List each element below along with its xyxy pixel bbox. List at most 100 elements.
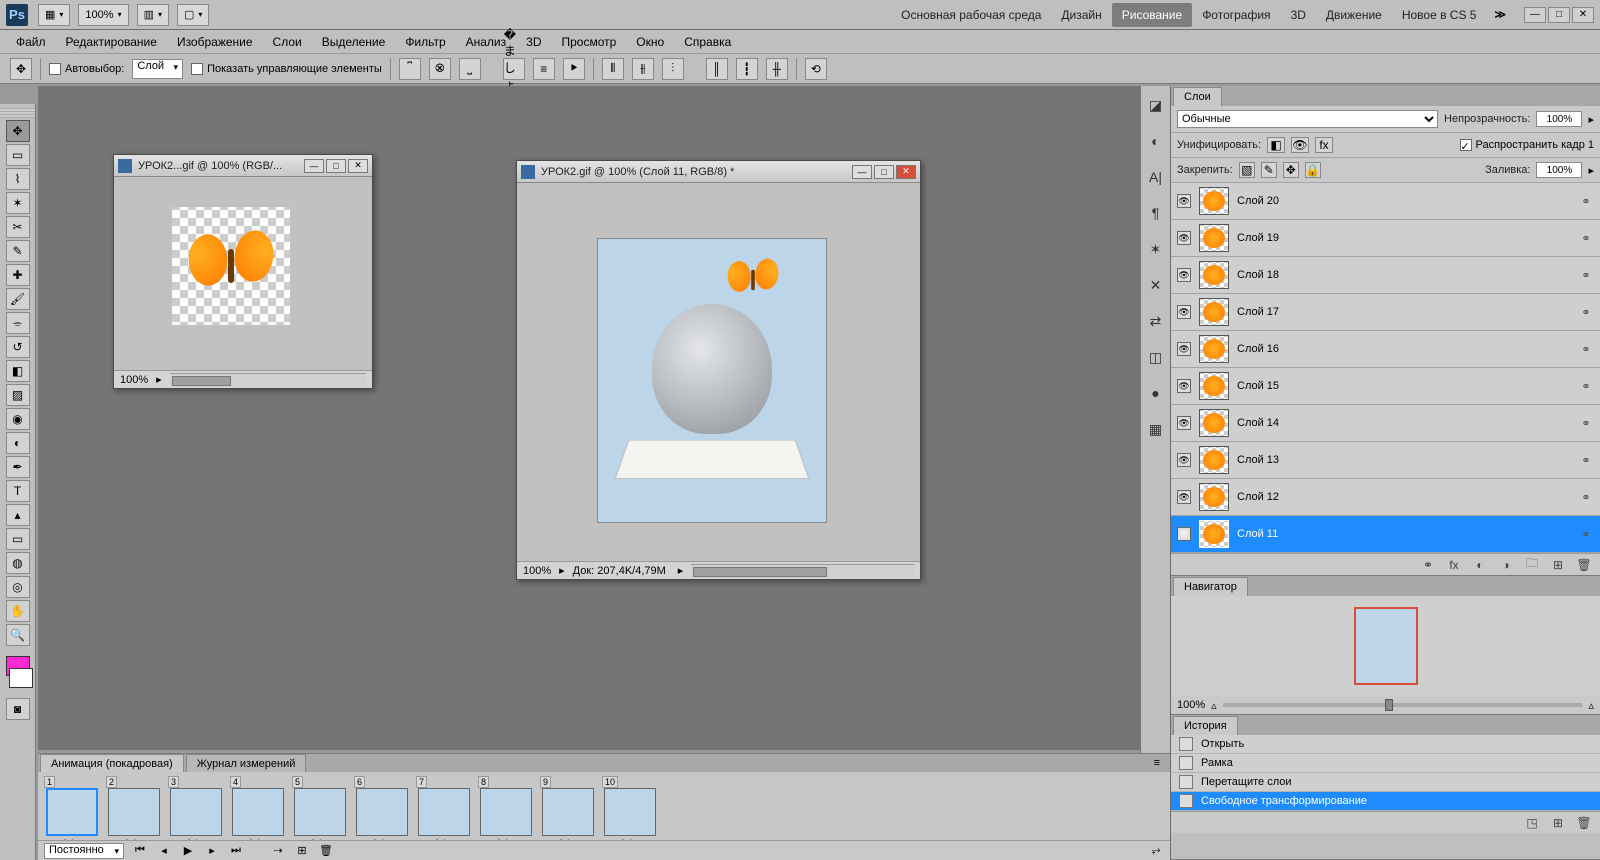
zoom-level-dropdown[interactable]: 100%▾ [78,4,128,26]
doc2-maximize-button[interactable]: □ [874,165,894,179]
3d-tool[interactable]: ◍ [6,552,30,574]
doc1-viewport[interactable] [114,177,372,370]
play-button[interactable]: ▶ [180,843,196,859]
align-right-icon[interactable]: ⯈ [563,58,585,80]
blur-tool[interactable]: ◉ [6,408,30,430]
layer-link-icon[interactable]: ⚭ [1578,195,1594,208]
visibility-toggle-icon[interactable]: 👁 [1177,268,1191,282]
quick-mask-toggle[interactable]: ◙ [6,698,30,720]
first-frame-button[interactable]: ⏮ [132,843,148,859]
layer-thumbnail[interactable] [1199,372,1229,400]
visibility-toggle-icon[interactable]: 👁 [1177,342,1191,356]
distribute-hcenter-icon[interactable]: ┇ [736,58,758,80]
layer-link-icon[interactable]: ⚭ [1578,343,1594,356]
layer-row[interactable]: 👁Слой 20⚭ [1171,183,1600,220]
animation-frame[interactable]: 100,1 [602,776,658,840]
workspace-tab[interactable]: Движение [1316,3,1392,27]
layer-row[interactable]: 👁Слой 12⚭ [1171,479,1600,516]
move-tool[interactable]: ✥ [6,120,30,142]
animation-frame[interactable]: 50,1 [292,776,348,840]
menu-item[interactable]: Окно [626,31,674,53]
layer-thumbnail[interactable] [1199,298,1229,326]
dock-3d-icon[interactable]: ● [1145,382,1167,404]
link-layers-icon[interactable]: ⚭ [1420,557,1436,573]
history-step[interactable]: Перетащите слои [1171,773,1600,792]
history-step[interactable]: Открыть [1171,735,1600,754]
dock-styles-icon[interactable]: ⇄ [1145,310,1167,332]
document-window-1[interactable]: УРОК2...gif @ 100% (RGB/... — □ ✕ 100% ▸ [113,154,373,389]
lock-all-icon[interactable]: 🔒 [1305,162,1321,178]
frame-thumbnail[interactable] [356,788,408,836]
history-snapshot-icon[interactable]: ⊞ [1550,815,1566,831]
layer-fx-icon[interactable]: fx [1446,557,1462,573]
align-hcenter-icon[interactable]: ≡ [533,58,555,80]
frame-thumbnail[interactable] [294,788,346,836]
doc1-minimize-button[interactable]: — [304,159,324,173]
layer-thumbnail[interactable] [1199,520,1229,548]
type-tool[interactable]: T [6,480,30,502]
history-step[interactable]: Рамка [1171,754,1600,773]
align-left-icon[interactable]: �ましょう [503,58,525,80]
doc1-titlebar[interactable]: УРОК2...gif @ 100% (RGB/... — □ ✕ [114,155,372,177]
animation-frame[interactable]: 80,1 [478,776,534,840]
layer-link-icon[interactable]: ⚭ [1578,269,1594,282]
dock-mask-icon[interactable]: ◐ [1145,130,1167,152]
tween-button[interactable]: ⇢ [270,843,286,859]
fill-input[interactable] [1536,162,1582,178]
lock-transparent-icon[interactable]: ▧ [1239,162,1255,178]
align-top-icon[interactable]: ⎴ [399,58,421,80]
healing-tool[interactable]: ✚ [6,264,30,286]
layer-row[interactable]: 👁Слой 11⚭ [1171,516,1600,553]
visibility-toggle-icon[interactable]: 👁 [1177,231,1191,245]
menu-item[interactable]: Файл [6,31,56,53]
frame-thumbnail[interactable] [108,788,160,836]
doc1-info-icon[interactable]: ▸ [156,373,162,386]
move-tool-preset-icon[interactable]: ✥ [10,58,32,80]
show-transform-controls-checkbox[interactable]: Показать управляющие элементы [191,63,382,75]
measurement-log-tab[interactable]: Журнал измерений [186,754,307,772]
view-arrange-button[interactable]: ▥▾ [137,4,169,26]
layer-link-icon[interactable]: ⚭ [1578,380,1594,393]
distribute-left-icon[interactable]: ║ [706,58,728,80]
fill-flyout-icon[interactable]: ▸ [1588,164,1594,177]
visibility-toggle-icon[interactable]: 👁 [1177,490,1191,504]
layer-row[interactable]: 👁Слой 17⚭ [1171,294,1600,331]
crop-tool[interactable]: ✂ [6,216,30,238]
animation-frame[interactable]: 70,1 [416,776,472,840]
frame-thumbnail[interactable] [604,788,656,836]
dock-color-icon[interactable]: ◪ [1145,94,1167,116]
gradient-tool[interactable]: ▨ [6,384,30,406]
distribute-top-icon[interactable]: ⫴ [602,58,624,80]
layer-thumbnail[interactable] [1199,446,1229,474]
frame-thumbnail[interactable] [542,788,594,836]
layer-thumbnail[interactable] [1199,335,1229,363]
dock-paragraph-icon[interactable]: ¶ [1145,202,1167,224]
delete-layer-icon[interactable]: 🗑 [1576,557,1592,573]
layer-row[interactable]: 👁Слой 15⚭ [1171,368,1600,405]
adjustment-layer-icon[interactable]: ◑ [1498,557,1514,573]
visibility-toggle-icon[interactable]: 👁 [1177,305,1191,319]
doc2-viewport[interactable] [517,183,920,561]
align-vcenter-icon[interactable]: ⮿ [429,58,451,80]
menu-item[interactable]: Просмотр [551,31,626,53]
quick-select-tool[interactable]: ✶ [6,192,30,214]
shape-tool[interactable]: ▭ [6,528,30,550]
navigator-zoom-slider[interactable] [1223,703,1583,707]
next-frame-button[interactable]: ▸ [204,843,220,859]
workspace-tab[interactable]: Новое в CS 5 [1392,3,1487,27]
tools-grip[interactable] [0,108,35,118]
history-new-doc-icon[interactable]: ◳ [1524,815,1540,831]
layer-link-icon[interactable]: ⚭ [1578,417,1594,430]
visibility-toggle-icon[interactable]: 👁 [1177,379,1191,393]
workspace-tab[interactable]: 3D [1281,3,1316,27]
brush-tool[interactable]: 🖌 [6,288,30,310]
dock-character-icon[interactable]: A| [1145,166,1167,188]
layer-mask-icon[interactable]: ◐ [1472,557,1488,573]
workspace-tab[interactable]: Дизайн [1051,3,1111,27]
layer-row[interactable]: 👁Слой 13⚭ [1171,442,1600,479]
visibility-toggle-icon[interactable]: 👁 [1177,416,1191,430]
opacity-flyout-icon[interactable]: ▸ [1588,113,1594,126]
prev-frame-button[interactable]: ◂ [156,843,172,859]
frame-thumbnail[interactable] [170,788,222,836]
menu-item[interactable]: Слои [263,31,312,53]
